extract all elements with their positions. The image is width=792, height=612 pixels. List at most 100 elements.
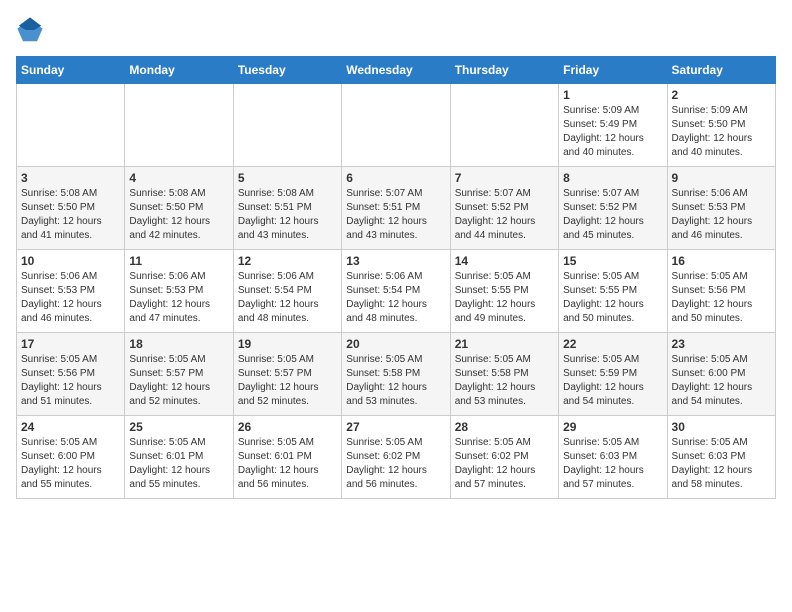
week-row-4: 17 Sunrise: 5:05 AM Sunset: 5:56 PM Dayli…	[17, 333, 776, 416]
day-number: 1	[563, 88, 662, 102]
day-header-monday: Monday	[125, 57, 233, 84]
day-info: Sunrise: 5:05 AM Sunset: 6:02 PM Dayligh…	[455, 436, 554, 492]
day-number: 10	[21, 254, 120, 268]
day-header-friday: Friday	[559, 57, 667, 84]
day-info: Sunrise: 5:05 AM Sunset: 6:00 PM Dayligh…	[21, 436, 120, 492]
day-number: 21	[455, 337, 554, 351]
day-info: Sunrise: 5:05 AM Sunset: 5:55 PM Dayligh…	[455, 270, 554, 326]
day-header-thursday: Thursday	[450, 57, 558, 84]
day-cell: 26 Sunrise: 5:05 AM Sunset: 6:01 PM Dayli…	[233, 416, 341, 499]
day-number: 18	[129, 337, 228, 351]
week-row-3: 10 Sunrise: 5:06 AM Sunset: 5:53 PM Dayli…	[17, 250, 776, 333]
day-cell: 3 Sunrise: 5:08 AM Sunset: 5:50 PM Daylig…	[17, 167, 125, 250]
day-cell: 13 Sunrise: 5:06 AM Sunset: 5:54 PM Dayli…	[342, 250, 450, 333]
day-cell: 28Sunrise: 5:05 AM Sunset: 6:02 PM Dayli…	[450, 416, 558, 499]
day-info: Sunrise: 5:05 AM Sunset: 5:59 PM Dayligh…	[563, 353, 662, 409]
day-number: 17	[21, 337, 120, 351]
day-cell: 8Sunrise: 5:07 AM Sunset: 5:52 PM Daylig…	[559, 167, 667, 250]
day-number: 4	[129, 171, 228, 185]
day-number: 26	[238, 420, 337, 434]
day-number: 27	[346, 420, 445, 434]
day-cell: 18 Sunrise: 5:05 AM Sunset: 5:57 PM Dayli…	[125, 333, 233, 416]
day-header-wednesday: Wednesday	[342, 57, 450, 84]
day-info: Sunrise: 5:09 AM Sunset: 5:49 PM Dayligh…	[563, 104, 662, 160]
day-header-saturday: Saturday	[667, 57, 775, 84]
day-cell: 17 Sunrise: 5:05 AM Sunset: 5:56 PM Dayli…	[17, 333, 125, 416]
day-number: 12	[238, 254, 337, 268]
day-cell: 16 Sunrise: 5:05 AM Sunset: 5:56 PM Dayli…	[667, 250, 775, 333]
day-info: Sunrise: 5:08 AM Sunset: 5:50 PM Dayligh…	[129, 187, 228, 243]
day-cell	[125, 84, 233, 167]
day-info: Sunrise: 5:05 AM Sunset: 6:03 PM Dayligh…	[563, 436, 662, 492]
day-cell: 25 Sunrise: 5:05 AM Sunset: 6:01 PM Dayli…	[125, 416, 233, 499]
week-row-2: 3 Sunrise: 5:08 AM Sunset: 5:50 PM Daylig…	[17, 167, 776, 250]
day-cell: 2 Sunrise: 5:09 AM Sunset: 5:50 PM Daylig…	[667, 84, 775, 167]
day-number: 16	[672, 254, 771, 268]
day-info: Sunrise: 5:06 AM Sunset: 5:53 PM Dayligh…	[21, 270, 120, 326]
day-info: Sunrise: 5:05 AM Sunset: 6:03 PM Dayligh…	[672, 436, 771, 492]
day-number: 23	[672, 337, 771, 351]
day-number: 20	[346, 337, 445, 351]
day-cell: 6 Sunrise: 5:07 AM Sunset: 5:51 PM Daylig…	[342, 167, 450, 250]
day-cell: 7 Sunrise: 5:07 AM Sunset: 5:52 PM Daylig…	[450, 167, 558, 250]
day-info: Sunrise: 5:05 AM Sunset: 6:02 PM Dayligh…	[346, 436, 445, 492]
day-info: Sunrise: 5:06 AM Sunset: 5:53 PM Dayligh…	[672, 187, 771, 243]
day-cell: 5 Sunrise: 5:08 AM Sunset: 5:51 PM Daylig…	[233, 167, 341, 250]
day-cell: 11Sunrise: 5:06 AM Sunset: 5:53 PM Dayli…	[125, 250, 233, 333]
day-info: Sunrise: 5:06 AM Sunset: 5:54 PM Dayligh…	[346, 270, 445, 326]
day-cell: 15 Sunrise: 5:05 AM Sunset: 5:55 PM Dayli…	[559, 250, 667, 333]
day-info: Sunrise: 5:05 AM Sunset: 5:57 PM Dayligh…	[238, 353, 337, 409]
day-info: Sunrise: 5:09 AM Sunset: 5:50 PM Dayligh…	[672, 104, 771, 160]
day-number: 14	[455, 254, 554, 268]
day-info: Sunrise: 5:07 AM Sunset: 5:52 PM Dayligh…	[563, 187, 662, 243]
day-info: Sunrise: 5:05 AM Sunset: 5:57 PM Dayligh…	[129, 353, 228, 409]
day-number: 6	[346, 171, 445, 185]
day-cell: 4 Sunrise: 5:08 AM Sunset: 5:50 PM Daylig…	[125, 167, 233, 250]
day-number: 15	[563, 254, 662, 268]
day-info: Sunrise: 5:05 AM Sunset: 6:01 PM Dayligh…	[238, 436, 337, 492]
day-cell	[450, 84, 558, 167]
day-number: 5	[238, 171, 337, 185]
day-info: Sunrise: 5:05 AM Sunset: 5:56 PM Dayligh…	[21, 353, 120, 409]
day-cell: 10 Sunrise: 5:06 AM Sunset: 5:53 PM Dayli…	[17, 250, 125, 333]
day-cell: 12 Sunrise: 5:06 AM Sunset: 5:54 PM Dayli…	[233, 250, 341, 333]
day-number: 25	[129, 420, 228, 434]
day-info: Sunrise: 5:05 AM Sunset: 5:58 PM Dayligh…	[455, 353, 554, 409]
day-cell: 27 Sunrise: 5:05 AM Sunset: 6:02 PM Dayli…	[342, 416, 450, 499]
day-cell: 30 Sunrise: 5:05 AM Sunset: 6:03 PM Dayli…	[667, 416, 775, 499]
day-number: 2	[672, 88, 771, 102]
day-info: Sunrise: 5:05 AM Sunset: 6:01 PM Dayligh…	[129, 436, 228, 492]
day-number: 13	[346, 254, 445, 268]
logo	[16, 16, 48, 44]
day-info: Sunrise: 5:05 AM Sunset: 5:56 PM Dayligh…	[672, 270, 771, 326]
day-info: Sunrise: 5:05 AM Sunset: 5:55 PM Dayligh…	[563, 270, 662, 326]
day-cell	[17, 84, 125, 167]
day-cell: 19 Sunrise: 5:05 AM Sunset: 5:57 PM Dayli…	[233, 333, 341, 416]
day-cell: 29 Sunrise: 5:05 AM Sunset: 6:03 PM Dayli…	[559, 416, 667, 499]
day-cell	[342, 84, 450, 167]
day-number: 7	[455, 171, 554, 185]
day-info: Sunrise: 5:05 AM Sunset: 5:58 PM Dayligh…	[346, 353, 445, 409]
day-cell: 24Sunrise: 5:05 AM Sunset: 6:00 PM Dayli…	[17, 416, 125, 499]
day-number: 3	[21, 171, 120, 185]
day-cell: 21 Sunrise: 5:05 AM Sunset: 5:58 PM Dayli…	[450, 333, 558, 416]
day-info: Sunrise: 5:06 AM Sunset: 5:54 PM Dayligh…	[238, 270, 337, 326]
day-cell	[233, 84, 341, 167]
day-number: 19	[238, 337, 337, 351]
day-header-sunday: Sunday	[17, 57, 125, 84]
day-number: 22	[563, 337, 662, 351]
header-row: SundayMondayTuesdayWednesdayThursdayFrid…	[17, 57, 776, 84]
day-cell: 23 Sunrise: 5:05 AM Sunset: 6:00 PM Dayli…	[667, 333, 775, 416]
day-info: Sunrise: 5:08 AM Sunset: 5:51 PM Dayligh…	[238, 187, 337, 243]
day-number: 29	[563, 420, 662, 434]
logo-icon	[16, 16, 44, 44]
day-cell: 22 Sunrise: 5:05 AM Sunset: 5:59 PM Dayli…	[559, 333, 667, 416]
day-number: 30	[672, 420, 771, 434]
day-info: Sunrise: 5:05 AM Sunset: 6:00 PM Dayligh…	[672, 353, 771, 409]
day-cell: 20 Sunrise: 5:05 AM Sunset: 5:58 PM Dayli…	[342, 333, 450, 416]
day-info: Sunrise: 5:07 AM Sunset: 5:51 PM Dayligh…	[346, 187, 445, 243]
day-cell: 9Sunrise: 5:06 AM Sunset: 5:53 PM Daylig…	[667, 167, 775, 250]
day-info: Sunrise: 5:08 AM Sunset: 5:50 PM Dayligh…	[21, 187, 120, 243]
day-cell: 14 Sunrise: 5:05 AM Sunset: 5:55 PM Dayli…	[450, 250, 558, 333]
day-info: Sunrise: 5:07 AM Sunset: 5:52 PM Dayligh…	[455, 187, 554, 243]
